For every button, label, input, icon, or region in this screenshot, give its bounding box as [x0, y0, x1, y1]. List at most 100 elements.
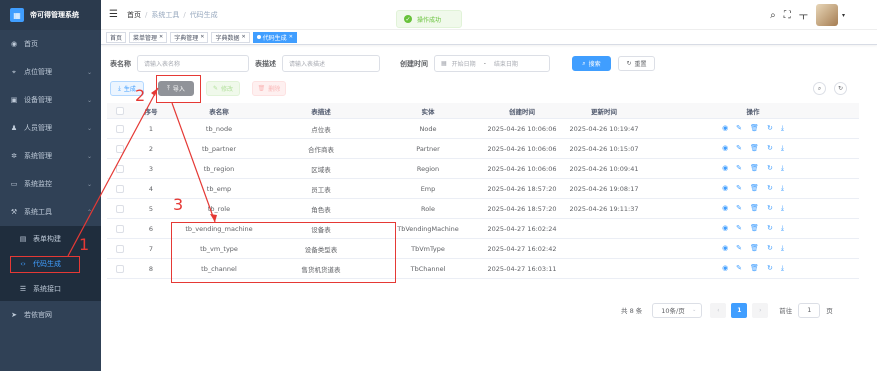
row-checkbox[interactable] — [107, 244, 133, 253]
tag-code-gen[interactable]: 代码生成 ✕ — [252, 31, 297, 43]
sidebar-item-device[interactable]: ▣ 设备管理 ⌄ — [0, 86, 101, 114]
delete-icon[interactable]: 🗑 — [750, 164, 759, 173]
row-checkbox[interactable] — [107, 124, 133, 133]
refresh-table-button[interactable]: ↻ — [834, 82, 847, 95]
font-size-icon[interactable]: ㅜ — [799, 8, 808, 23]
sidebar-item-label: 点位管理 — [24, 68, 52, 76]
download-icon[interactable]: ⤓ — [781, 124, 784, 133]
close-icon[interactable]: ✕ — [200, 34, 204, 40]
caret-down-icon[interactable]: ▾ — [842, 12, 845, 19]
sidebar-item-monitor[interactable]: ▭ 系统监控 ⌄ — [0, 170, 101, 198]
goto-page-input[interactable]: 1 — [798, 302, 821, 318]
row-checkbox[interactable] — [107, 224, 133, 233]
delete-icon[interactable]: 🗑 — [750, 204, 759, 213]
row-checkbox[interactable] — [107, 204, 133, 213]
edit-icon[interactable]: ✎ — [736, 264, 742, 273]
search-button[interactable]: ⌕ 搜索 — [572, 56, 611, 71]
fullscreen-icon[interactable]: ⛶ — [784, 10, 791, 21]
hamburger-icon[interactable]: ☰ — [109, 9, 118, 20]
table-name-input[interactable]: 请输入表名称 — [137, 55, 249, 72]
download-icon[interactable]: ⤓ — [781, 144, 784, 153]
edit-icon[interactable]: ✎ — [736, 204, 742, 213]
delete-icon[interactable]: 🗑 — [750, 264, 759, 273]
sync-icon[interactable]: ↻ — [767, 124, 773, 133]
preview-icon[interactable]: ◉ — [722, 164, 728, 173]
close-icon[interactable]: ✕ — [241, 34, 245, 40]
delete-icon[interactable]: 🗑 — [750, 184, 759, 193]
close-icon[interactable]: ✕ — [159, 34, 163, 40]
sync-icon[interactable]: ↻ — [767, 144, 773, 153]
breadcrumb-home[interactable]: 首页 — [127, 10, 141, 20]
sidebar-item-location[interactable]: ⌖ 点位管理 ⌄ — [0, 58, 101, 86]
download-icon[interactable]: ⤓ — [781, 164, 784, 173]
cell-create-time: 2025-04-27 16:02:24 — [487, 224, 557, 233]
sidebar-item-official-site[interactable]: ➤ 若依官网 — [0, 301, 101, 329]
sync-icon[interactable]: ↻ — [767, 164, 773, 173]
chevron-down-icon: ⌄ — [86, 96, 92, 104]
avatar[interactable] — [815, 4, 838, 26]
download-icon[interactable]: ⤓ — [781, 204, 784, 213]
edit-icon[interactable]: ✎ — [736, 164, 742, 173]
tag-dict-data[interactable]: 字典数据 ✕ — [211, 31, 250, 43]
table-row[interactable]: 3 tb_region 区域表 Region 2025-04-26 10:06:06 20… — [107, 159, 859, 179]
table-row[interactable]: 5 tb_role 角色表 Role 2025-04-26 18:57:20 2025-0… — [107, 199, 859, 219]
edit-icon[interactable]: ✎ — [736, 124, 742, 133]
download-icon[interactable]: ⤓ — [781, 244, 784, 253]
preview-icon[interactable]: ◉ — [722, 144, 728, 153]
sync-icon[interactable]: ↻ — [767, 204, 773, 213]
edit-icon[interactable]: ✎ — [736, 244, 742, 253]
preview-icon[interactable]: ◉ — [722, 124, 728, 133]
search-icon[interactable]: ⌕ — [770, 10, 776, 21]
prev-page-button[interactable]: ‹ — [710, 302, 727, 318]
sync-icon[interactable]: ↻ — [767, 184, 773, 193]
table-desc-input[interactable]: 请输入表描述 — [282, 55, 380, 72]
page-number-button[interactable]: 1 — [731, 302, 748, 318]
preview-icon[interactable]: ◉ — [722, 224, 728, 233]
delete-icon[interactable]: 🗑 — [750, 224, 759, 233]
row-checkbox[interactable] — [107, 184, 133, 193]
sidebar-item-api[interactable]: ☰ 系统接口 — [0, 276, 101, 301]
download-icon[interactable]: ⤓ — [781, 264, 784, 273]
app-logo[interactable]: ▦ 帝可得管理系统 — [0, 0, 101, 30]
delete-icon[interactable]: 🗑 — [750, 124, 759, 133]
delete-icon[interactable]: 🗑 — [750, 144, 759, 153]
download-icon[interactable]: ⤓ — [781, 184, 784, 193]
tag-menu-mgmt[interactable]: 菜单管理 ✕ — [129, 31, 168, 43]
cell-index: 5 — [148, 204, 154, 213]
sidebar-item-tools[interactable]: ⚒ 系统工具 ⌃ — [0, 198, 101, 226]
edit-icon[interactable]: ✎ — [736, 224, 742, 233]
row-checkbox[interactable] — [107, 164, 133, 173]
reset-button[interactable]: ↻ 重置 — [618, 56, 655, 71]
close-icon[interactable]: ✕ — [289, 34, 293, 40]
date-range-picker[interactable]: ▦ 开始日期 - 结束日期 — [434, 55, 550, 72]
tag-home[interactable]: 首页 — [106, 31, 127, 43]
sync-icon[interactable]: ↻ — [767, 264, 773, 273]
sidebar-item-system[interactable]: ✲ 系统管理 ⌄ — [0, 142, 101, 170]
page-size-select[interactable]: 10条/页 ⌄ — [652, 302, 703, 318]
toggle-search-button[interactable]: ⌕ — [813, 82, 826, 95]
navbar: ☰ 首页 / 系统工具 / 代码生成 ✓ 操作成功 ⌕ ⛶ ㅜ ▾ — [101, 0, 877, 30]
preview-icon[interactable]: ◉ — [722, 244, 728, 253]
sync-icon[interactable]: ↻ — [767, 224, 773, 233]
edit-icon[interactable]: ✎ — [736, 144, 742, 153]
table-row[interactable]: 2 tb_partner 合作商表 Partner 2025-04-26 10:06:0… — [107, 139, 859, 159]
row-checkbox[interactable] — [107, 144, 133, 153]
edit-button[interactable]: ✎ 修改 — [206, 81, 240, 96]
preview-icon[interactable]: ◉ — [722, 184, 728, 193]
preview-icon[interactable]: ◉ — [722, 204, 728, 213]
row-checkbox[interactable] — [107, 264, 133, 273]
sync-icon[interactable]: ↻ — [767, 244, 773, 253]
select-all-checkbox[interactable] — [107, 106, 133, 115]
edit-icon[interactable]: ✎ — [736, 184, 742, 193]
next-page-button[interactable]: › — [752, 302, 769, 318]
download-icon[interactable]: ⤓ — [781, 224, 784, 233]
delete-icon[interactable]: 🗑 — [750, 244, 759, 253]
preview-icon[interactable]: ◉ — [722, 264, 728, 273]
sidebar-item-personnel[interactable]: ♟ 人员管理 ⌄ — [0, 114, 101, 142]
cell-operations: ◉ ✎ 🗑 ↻ ⤓ — [647, 264, 859, 273]
delete-button[interactable]: 🗑 删除 — [252, 81, 286, 96]
table-row[interactable]: 1 tb_node 点位表 Node 2025-04-26 10:06:06 2025-0… — [107, 119, 859, 139]
table-row[interactable]: 4 tb_emp 员工表 Emp 2025-04-26 18:57:20 2025-04-… — [107, 179, 859, 199]
sidebar-item-home[interactable]: ◉ 首页 — [0, 30, 101, 58]
tag-dict-mgmt[interactable]: 字典管理 ✕ — [170, 31, 209, 43]
